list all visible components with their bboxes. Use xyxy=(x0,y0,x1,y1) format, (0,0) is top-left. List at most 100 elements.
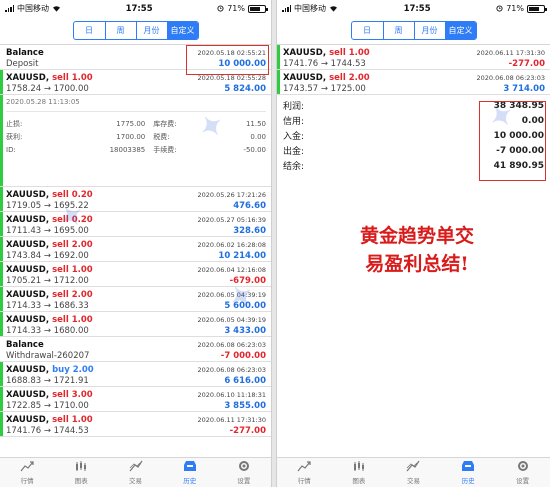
period-tabs: 日 周 月份 自定义 xyxy=(350,21,477,40)
battery-icon xyxy=(527,4,547,13)
trade-time: 2020.06.05 04:39:19 xyxy=(197,290,266,299)
settings-icon xyxy=(516,460,530,475)
nav-label: 图表 xyxy=(352,477,366,485)
nav-quotes[interactable]: 行情 xyxy=(0,458,54,487)
trade-price: 1741.76 → 1744.53 xyxy=(283,58,366,69)
tab-custom[interactable]: 自定义 xyxy=(166,22,198,39)
quotes-icon xyxy=(20,460,34,475)
trade-profit: 3 433.00 xyxy=(224,325,266,336)
tp-label: 获利: xyxy=(6,132,23,141)
trade-side: sell 1.00 xyxy=(52,414,93,425)
trade-symbol: XAUUSD, xyxy=(6,289,50,300)
trade-symbol: XAUUSD, xyxy=(6,414,50,425)
nav-trade[interactable]: 交易 xyxy=(108,458,162,487)
sl-value: 1775.00 xyxy=(116,119,146,128)
trade-symbol: XAUUSD, xyxy=(6,264,50,275)
row-label: Deposit xyxy=(6,58,39,69)
trade-price: 1722.85 → 1710.00 xyxy=(6,400,89,411)
trade-time: 2020.06.08 06:23:03 xyxy=(476,73,545,82)
tab-custom[interactable]: 自定义 xyxy=(444,22,476,39)
summary-highlight-box xyxy=(479,101,546,181)
trade-side: sell 3.00 xyxy=(52,389,93,400)
signal-icon xyxy=(282,5,291,12)
wifi-icon xyxy=(53,6,60,12)
tab-day[interactable]: 日 xyxy=(74,22,105,39)
nav-history[interactable]: 历史 xyxy=(163,458,217,487)
trade-row[interactable]: XAUUSD, sell 1.00 2020.06.05 04:39:19 1714.… xyxy=(0,312,271,337)
row-time: 2020.06.08 06:23:03 xyxy=(197,340,266,349)
status-bar: 中国移动 17:55 71% xyxy=(0,0,271,17)
tab-week[interactable]: 周 xyxy=(104,22,136,39)
nav-label: 设置 xyxy=(237,477,251,485)
annotation-line-1: 黄金趋势单交 xyxy=(359,225,474,247)
nav-settings[interactable]: 设置 xyxy=(217,458,271,487)
trade-row[interactable]: XAUUSD, buy 2.00 2020.06.08 06:23:03 1688.8… xyxy=(0,362,271,387)
battery-label: 71% xyxy=(227,4,245,13)
nav-history[interactable]: 历史 xyxy=(441,458,496,487)
trade-row[interactable]: XAUUSD, sell 2.00 2020.06.05 04:39:19 1714.… xyxy=(0,287,271,312)
tab-week[interactable]: 周 xyxy=(382,22,414,39)
trade-row[interactable]: XAUUSD, sell 1.00 2020.06.11 17:31:30 1741.… xyxy=(277,45,550,70)
trade-icon xyxy=(129,460,143,475)
tab-month[interactable]: 月份 xyxy=(413,22,445,39)
nav-label: 交易 xyxy=(129,477,142,485)
nav-chart[interactable]: 图表 xyxy=(332,458,387,487)
trade-profit: 476.60 xyxy=(233,200,266,211)
chart-icon xyxy=(352,460,366,475)
trade-row[interactable]: XAUUSD, sell 2.00 2020.06.08 06:23:03 1743.… xyxy=(277,70,550,95)
id-label: ID: xyxy=(6,145,16,154)
trade-symbol: XAUUSD, xyxy=(6,189,50,200)
detail-table: 止损: 1775.00 库存费: 11.50 获利: 1700.00 税费: 0… xyxy=(6,117,266,156)
tab-day[interactable]: 日 xyxy=(352,22,383,39)
trade-price: 1741.76 → 1744.53 xyxy=(6,425,89,436)
sl-label: 止损: xyxy=(6,119,23,128)
bottom-nav: 行情 图表 交易 历史 设置 xyxy=(277,457,550,487)
trade-side: sell 1.00 xyxy=(329,47,370,58)
carrier-label: 中国移动 xyxy=(17,4,49,13)
trade-profit: 328.60 xyxy=(233,225,266,236)
status-bar: 中国移动 17:55 71% xyxy=(277,0,550,17)
trade-price: 1714.33 → 1680.00 xyxy=(6,325,89,336)
detail-datetime: 2020.05.28 11:13:05 xyxy=(6,98,80,106)
trade-row[interactable]: XAUUSD, sell 0.20 2020.05.27 05:16:39 1711.… xyxy=(0,212,271,237)
fee-value: -50.00 xyxy=(243,145,266,154)
trade-price: 1711.43 → 1695.00 xyxy=(6,225,89,236)
trade-price: 1714.33 → 1686.33 xyxy=(6,300,89,311)
id-value: 18003385 xyxy=(109,145,146,154)
trade-row[interactable]: XAUUSD, sell 3.00 2020.06.10 11:18:31 1722.… xyxy=(0,387,271,412)
trade-side: sell 1.00 xyxy=(52,314,93,325)
trade-profit: 3 855.00 xyxy=(224,400,266,411)
fee-label: 手续费: xyxy=(153,145,177,154)
trade-profit: -277.00 xyxy=(229,425,266,436)
alarm-icon xyxy=(496,5,503,12)
trade-symbol: XAUUSD, xyxy=(6,364,50,375)
nav-label: 图表 xyxy=(74,477,88,485)
swap-label: 库存费: xyxy=(153,119,177,128)
trade-profit: 5 600.00 xyxy=(224,300,266,311)
trade-symbol: XAUUSD, xyxy=(6,314,50,325)
summary-label: 入金: xyxy=(283,132,305,142)
trade-profit: -679.00 xyxy=(229,275,266,286)
trade-time: 2020.06.05 04:39:19 xyxy=(197,315,266,324)
trade-row[interactable]: XAUUSD, sell 2.00 2020.06.02 16:28:08 1743.… xyxy=(0,237,271,262)
trade-row[interactable]: XAUUSD, sell 1.00 2020.06.04 12:16:08 1705.… xyxy=(0,262,271,287)
row-title: Balance xyxy=(6,47,44,58)
nav-trade[interactable]: 交易 xyxy=(386,458,441,487)
carrier-label: 中国移动 xyxy=(294,4,326,13)
withdrawal-row[interactable]: Balance 2020.06.08 06:23:03 Withdrawal-26… xyxy=(0,337,271,362)
trade-list-2: XAUUSD, buy 2.00 2020.06.08 06:23:03 1688.8… xyxy=(0,362,271,437)
trade-row[interactable]: XAUUSD, sell 1.00 2020.06.11 17:31:30 1741.… xyxy=(0,412,271,437)
quotes-icon xyxy=(297,460,311,475)
nav-chart[interactable]: 图表 xyxy=(54,458,108,487)
trade-side: sell 0.20 xyxy=(52,189,93,200)
trade-profit: 10 214.00 xyxy=(218,250,266,261)
trade-side: sell 2.00 xyxy=(329,72,370,83)
trade-row[interactable]: XAUUSD, sell 0.20 2020.05.26 17:21:26 1719.… xyxy=(0,187,271,212)
history-icon xyxy=(461,460,475,475)
trade-time: 2020.06.08 06:23:03 xyxy=(197,365,266,374)
nav-quotes[interactable]: 行情 xyxy=(277,458,332,487)
trade-price: 1719.05 → 1695.22 xyxy=(6,200,89,211)
nav-settings[interactable]: 设置 xyxy=(495,458,550,487)
tab-month[interactable]: 月份 xyxy=(135,22,167,39)
trade-list: XAUUSD, sell 0.20 2020.05.26 17:21:26 1719.… xyxy=(0,187,271,337)
